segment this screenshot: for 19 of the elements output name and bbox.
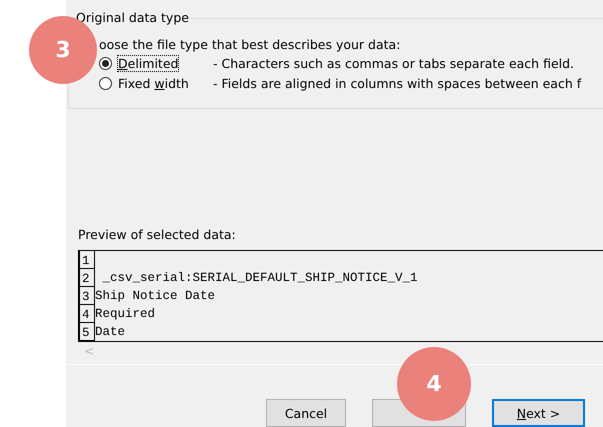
preview-label: Preview of selected data:	[78, 226, 237, 242]
line-number: 2	[79, 268, 95, 287]
line-number: 4	[79, 304, 95, 323]
option-description: - Characters such as commas or tabs separate each field.	[213, 56, 576, 71]
next-button[interactable]: Next >	[492, 399, 585, 427]
option-description: - Fields are aligned in columns with spaces between each f	[213, 76, 582, 91]
line-number: 3	[79, 286, 95, 305]
preview-line: Ship Notice Date	[95, 288, 216, 305]
preview-line: Required	[95, 306, 156, 323]
radio-button[interactable]	[99, 57, 112, 70]
line-number: 5	[79, 322, 95, 341]
preview-line: _csv_serial:SERIAL_DEFAULT_SHIP_NOTICE_V_1	[102, 270, 418, 287]
preview-line: Date	[95, 324, 126, 341]
option-label[interactable]: Delimited	[117, 55, 180, 72]
prompt-text: oose the file type that best describes your data:	[99, 37, 402, 52]
line-number: 1	[79, 250, 95, 269]
cancel-button[interactable]: Cancel	[266, 399, 346, 427]
option-label[interactable]: Fixed width	[117, 75, 190, 92]
radio-button[interactable]	[99, 77, 112, 90]
